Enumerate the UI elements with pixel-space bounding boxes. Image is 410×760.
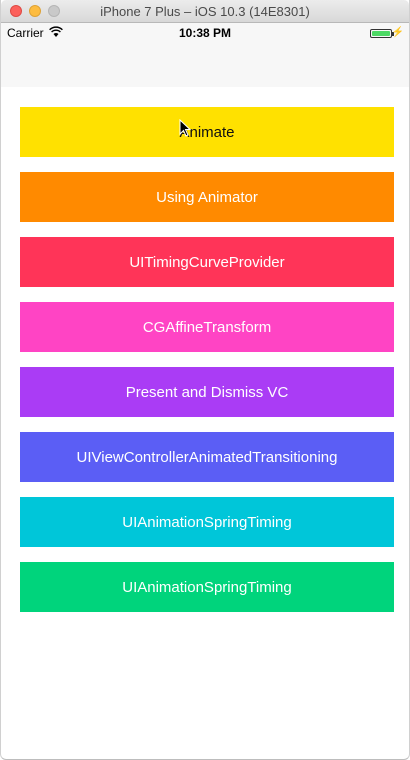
battery-icon xyxy=(370,29,394,38)
navigation-bar xyxy=(1,43,409,87)
simulator-window: iPhone 7 Plus – iOS 10.3 (14E8301) Carri… xyxy=(0,0,410,760)
using-animator-button[interactable]: Using Animator xyxy=(20,172,394,222)
status-bar: Carrier 10:38 PM ⚡ xyxy=(1,23,409,43)
status-time: 10:38 PM xyxy=(178,26,232,40)
animated-transitioning-button[interactable]: UIViewControllerAnimatedTransitioning xyxy=(20,432,394,482)
mouse-cursor-icon xyxy=(179,119,191,137)
present-dismiss-vc-button[interactable]: Present and Dismiss VC xyxy=(20,367,394,417)
animate-button[interactable]: Animate xyxy=(20,107,394,157)
title-bar: iPhone 7 Plus – iOS 10.3 (14E8301) xyxy=(1,0,409,23)
uitimingcurveprovider-button[interactable]: UITimingCurveProvider xyxy=(20,237,394,287)
window-title: iPhone 7 Plus – iOS 10.3 (14E8301) xyxy=(100,4,310,19)
cgaffinetransform-button[interactable]: CGAffineTransform xyxy=(20,302,394,352)
charging-bolt-icon: ⚡ xyxy=(391,27,404,38)
spring-timing-button-2[interactable]: UIAnimationSpringTiming xyxy=(20,562,394,612)
spring-timing-button[interactable]: UIAnimationSpringTiming xyxy=(20,497,394,547)
